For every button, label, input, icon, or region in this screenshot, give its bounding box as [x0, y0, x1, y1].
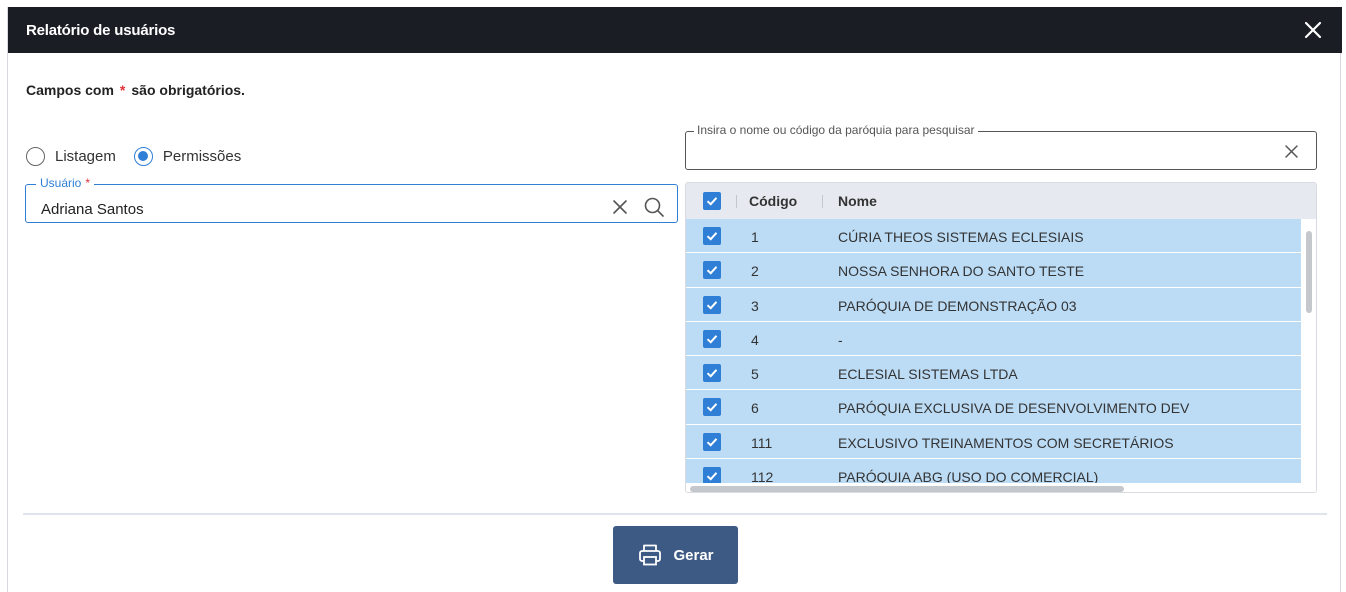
column-separator	[822, 195, 823, 208]
row-name: PARÓQUIA EXCLUSIVA DE DESENVOLVIMENTO DE…	[838, 400, 1190, 417]
check-icon	[706, 437, 718, 447]
radio-circle-listagem	[26, 147, 45, 166]
parish-search-label: Insira o nome ou código da paróquia para…	[694, 123, 978, 137]
check-icon	[706, 472, 718, 481]
select-all-checkbox[interactable]	[703, 192, 721, 210]
dialog-titlebar: Relatório de usuários	[8, 7, 1342, 53]
row-code: 5	[751, 366, 759, 383]
row-name: CÚRIA THEOS SISTEMAS ECLESIAIS	[838, 229, 1084, 245]
row-name: -	[838, 331, 843, 348]
row-checkbox[interactable]	[703, 227, 721, 245]
row-checkbox[interactable]	[703, 432, 721, 451]
check-icon	[706, 300, 718, 310]
report-dialog: Relatório de usuários Campos com * são obr…	[7, 7, 1342, 592]
radio-label-listagem: Listagem	[55, 148, 116, 165]
footer-divider	[23, 513, 1327, 515]
parish-grid: Código Nome 1 CÚRIA THEOS SISTEMAS ECLES…	[685, 182, 1317, 493]
column-header-code[interactable]: Código	[749, 193, 797, 209]
row-code: 3	[751, 297, 759, 314]
parish-search-input[interactable]: Insira o nome ou código da paróquia para…	[685, 123, 1317, 170]
check-icon	[706, 266, 718, 275]
row-name: ECLESIAL SISTEMAS LTDA	[838, 366, 1018, 383]
generate-button[interactable]: Gerar	[613, 526, 738, 584]
table-row[interactable]: 3 PARÓQUIA DE DEMONSTRAÇÃO 03	[686, 287, 1301, 322]
search-icon[interactable]	[643, 196, 665, 218]
check-icon	[706, 335, 718, 344]
column-separator	[736, 195, 737, 208]
row-checkbox[interactable]	[703, 261, 721, 280]
user-field-label: Usuário *	[36, 176, 95, 190]
clear-parish-search-icon[interactable]	[1283, 143, 1300, 160]
row-checkbox[interactable]	[703, 329, 721, 348]
vertical-scrollbar-thumb[interactable]	[1306, 231, 1312, 313]
grid-header: Código Nome	[686, 183, 1316, 219]
required-fields-note: Campos com * são obrigatórios.	[26, 82, 245, 98]
table-row[interactable]: 6 PARÓQUIA EXCLUSIVA DE DESENVOLVIMENTO …	[686, 390, 1301, 425]
report-type-radio-group: Listagem Permissões	[26, 147, 259, 166]
required-note-suffix: são obrigatórios.	[131, 82, 245, 98]
radio-circle-permissoes	[133, 147, 153, 166]
required-star: *	[119, 82, 126, 98]
row-code: 1	[751, 229, 759, 245]
check-icon	[706, 232, 718, 241]
row-code: 2	[751, 263, 759, 280]
row-checkbox[interactable]	[703, 398, 721, 417]
column-header-name[interactable]: Nome	[838, 193, 877, 209]
table-row[interactable]: 2 NOSSA SENHORA DO SANTO TESTE	[686, 253, 1301, 288]
row-name: NOSSA SENHORA DO SANTO TESTE	[838, 263, 1085, 280]
horizontal-scrollbar-thumb[interactable]	[690, 486, 1124, 492]
row-checkbox[interactable]	[703, 364, 721, 383]
radio-listagem[interactable]: Listagem	[26, 147, 116, 166]
radio-label-permissoes: Permissões	[162, 148, 242, 165]
row-checkbox[interactable]	[703, 295, 721, 314]
row-name: EXCLUSIVO TREINAMENTOS COM SECRETÁRIOS	[838, 434, 1174, 451]
radio-permissoes[interactable]: Permissões	[133, 147, 242, 166]
table-row[interactable]: 5 ECLESIAL SISTEMAS LTDA	[686, 356, 1301, 391]
row-name: PARÓQUIA DE DEMONSTRAÇÃO 03	[838, 297, 1077, 314]
printer-icon	[639, 544, 662, 566]
dialog-title: Relatório de usuários	[26, 21, 176, 39]
close-button[interactable]	[1300, 17, 1326, 43]
required-note-prefix: Campos com	[26, 82, 114, 98]
table-row[interactable]: 111 EXCLUSIVO TREINAMENTOS COM SECRETÁRI…	[686, 424, 1301, 460]
generate-button-label: Gerar	[673, 546, 714, 564]
table-row[interactable]: 1 CÚRIA THEOS SISTEMAS ECLESIAIS	[686, 219, 1301, 254]
clear-user-icon[interactable]	[611, 198, 629, 216]
row-code: 6	[751, 400, 759, 417]
table-row[interactable]: 4 -	[686, 321, 1301, 357]
check-icon	[706, 369, 718, 378]
check-icon	[706, 197, 718, 206]
grid-rows: 1 CÚRIA THEOS SISTEMAS ECLESIAIS 2 NOSSA…	[686, 219, 1301, 492]
check-icon	[706, 403, 718, 413]
close-icon	[1304, 21, 1322, 39]
user-field[interactable]: Usuário * Adriana Santos	[25, 176, 678, 223]
user-field-required-star: *	[85, 176, 91, 190]
row-code: 4	[751, 331, 759, 348]
user-field-value[interactable]: Adriana Santos	[41, 201, 144, 218]
user-field-label-text: Usuário	[40, 176, 82, 190]
row-code: 111	[751, 434, 773, 451]
